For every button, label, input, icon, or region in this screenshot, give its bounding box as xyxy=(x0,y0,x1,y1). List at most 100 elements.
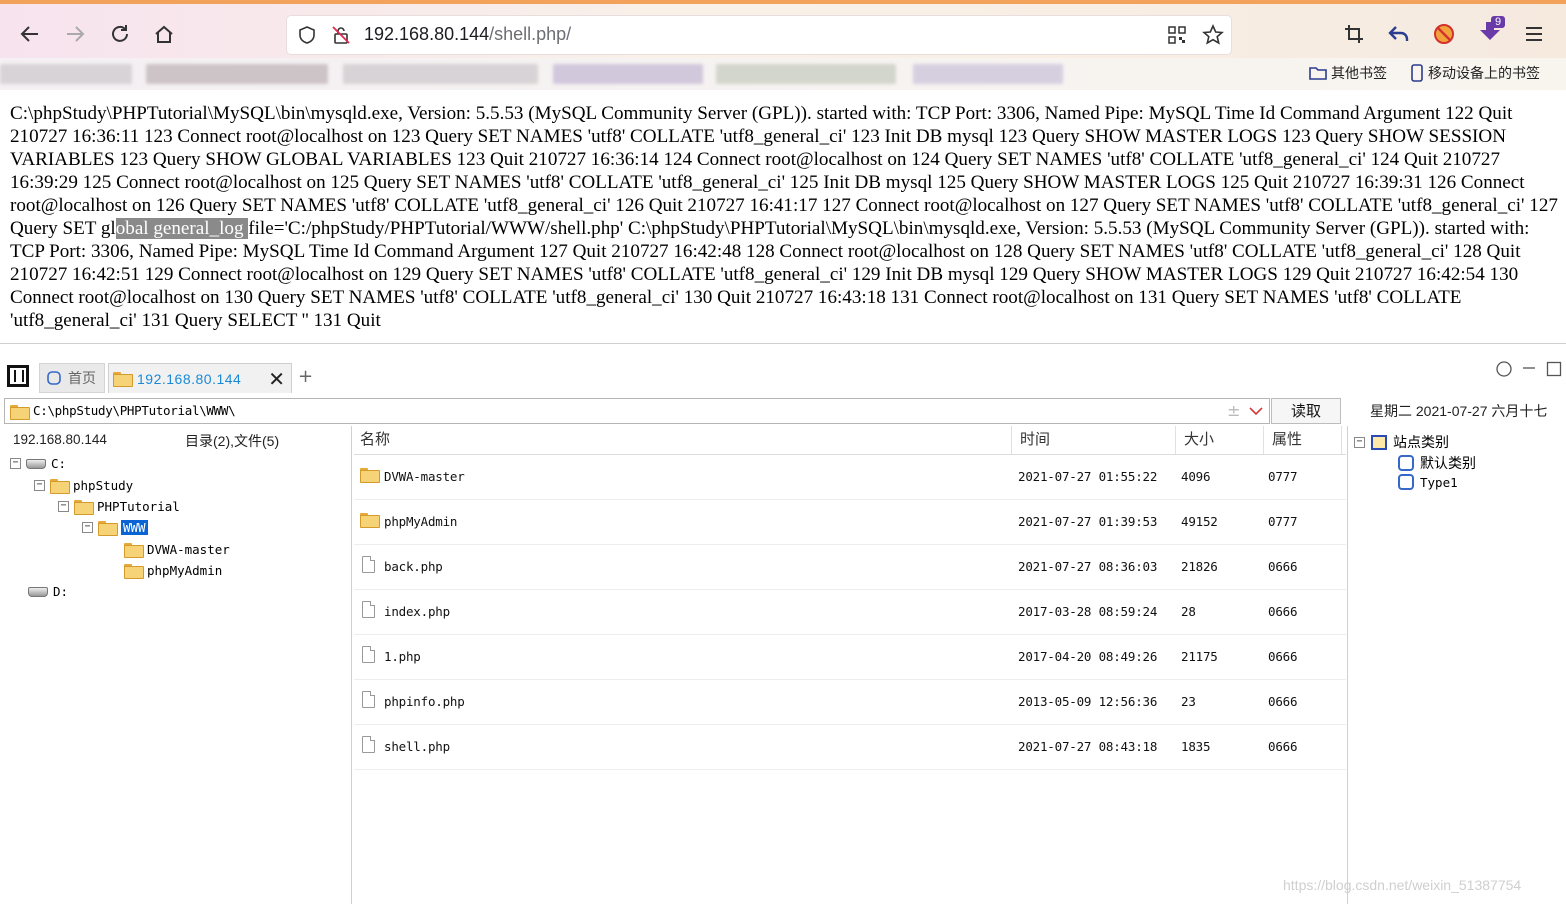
insecure-lock-icon[interactable] xyxy=(331,25,351,45)
folder-icon xyxy=(124,564,144,579)
screenshot-crop-icon[interactable] xyxy=(1344,24,1364,44)
blurred-bookmark[interactable] xyxy=(146,64,328,84)
file-size: 49152 xyxy=(1181,514,1218,529)
log-text-selected: obal general_log xyxy=(115,218,249,239)
reload-button[interactable] xyxy=(106,20,134,48)
tree-node-label: phpStudy xyxy=(73,478,134,493)
extension-download-icon[interactable]: 9 xyxy=(1478,16,1506,46)
category-icon xyxy=(1398,455,1414,471)
close-icon[interactable]: ✕ xyxy=(268,367,285,392)
file-row[interactable]: phpMyAdmin 2021-07-27 01:39:53 49152 077… xyxy=(354,500,1346,545)
file-list-pane: 名称 时间 大小 属性 DVWA-master 2021-07-27 01:55… xyxy=(354,426,1346,904)
folder-icon xyxy=(124,543,144,558)
home-icon xyxy=(155,25,173,43)
file-attr: 0666 xyxy=(1268,694,1298,709)
add-tab-icon[interactable]: + xyxy=(298,366,313,387)
file-icon xyxy=(362,736,375,753)
tree-node-label: phpMyAdmin xyxy=(147,563,223,578)
tree-expander[interactable]: − xyxy=(1354,436,1365,448)
folder-icon xyxy=(113,372,133,387)
file-row[interactable]: shell.php 2021-07-27 08:43:18 1835 0666 xyxy=(354,725,1346,770)
file-name: index.php xyxy=(384,604,450,619)
reload-icon xyxy=(112,25,128,42)
menu-icon[interactable] xyxy=(1524,25,1544,43)
chevron-down-icon[interactable] xyxy=(1249,407,1263,417)
url-bar[interactable]: 192.168.80.144/shell.php/ xyxy=(287,16,1231,54)
tab-home-label: 首页 xyxy=(68,370,96,386)
window-maximize-icon[interactable] xyxy=(1546,361,1562,381)
file-attr: 0666 xyxy=(1268,604,1298,619)
blurred-bookmark[interactable] xyxy=(0,64,132,84)
file-time: 2021-07-27 08:43:18 xyxy=(1018,739,1158,754)
tree-node-d-drive[interactable]: D: xyxy=(28,584,68,599)
file-manager-window: 首页 192.168.80.144 ✕ + C:\phpStudy\PHPTut… xyxy=(0,343,1566,904)
forward-button[interactable] xyxy=(61,20,89,48)
bookmark-folder-label: 移动设备上的书签 xyxy=(1428,65,1540,81)
app-logo-icon xyxy=(7,365,29,387)
window-restore-icon[interactable] xyxy=(1496,361,1512,381)
file-size: 1835 xyxy=(1181,739,1211,754)
category-item[interactable]: 默认类别 xyxy=(1398,453,1476,473)
window-minimize-icon[interactable] xyxy=(1522,360,1536,379)
column-header-attr[interactable]: 属性 xyxy=(1266,426,1342,454)
file-icon xyxy=(362,601,375,618)
category-item[interactable]: Type1 xyxy=(1398,474,1458,490)
tree-node-dvwa[interactable]: DVWA-master xyxy=(124,542,230,558)
extension-badge: 9 xyxy=(1491,16,1506,28)
bookmark-folder-other[interactable]: 其他书签 xyxy=(1309,63,1387,83)
column-header-time[interactable]: 时间 xyxy=(1014,426,1176,454)
tree-node-phpmyadmin[interactable]: phpMyAdmin xyxy=(124,563,223,579)
tree-expander[interactable]: − xyxy=(82,522,93,533)
category-folder-icon xyxy=(1371,434,1387,450)
file-size: 21826 xyxy=(1181,559,1218,574)
watermark: https://blog.csdn.net/weixin_51387754 xyxy=(1283,877,1522,893)
file-row[interactable]: phpinfo.php 2013-05-09 12:56:36 23 0666 xyxy=(354,680,1346,725)
undo-arrow-icon[interactable] xyxy=(1388,24,1410,44)
tree-node-phptutorial[interactable]: − PHPTutorial xyxy=(58,499,180,515)
tree-expander[interactable]: − xyxy=(34,480,45,491)
home-button[interactable] xyxy=(150,20,178,48)
tab-host[interactable]: 192.168.80.144 ✕ xyxy=(108,363,292,393)
shield-icon[interactable] xyxy=(297,25,317,45)
bookmark-star-icon[interactable] xyxy=(1202,24,1224,46)
tree-header: 192.168.80.144 目录(2),文件(5) xyxy=(0,426,352,452)
file-row[interactable]: index.php 2017-03-28 08:59:24 28 0666 xyxy=(354,590,1346,635)
tree-node-www[interactable]: − WWW xyxy=(82,520,148,536)
path-add-icon[interactable]: ± xyxy=(1227,401,1240,420)
file-row[interactable]: DVWA-master 2021-07-27 01:55:22 4096 077… xyxy=(354,455,1346,500)
tree-node-c-drive[interactable]: − C: xyxy=(10,456,66,471)
tree-node-label: C: xyxy=(51,456,67,471)
tree-node-phpstudy[interactable]: − phpStudy xyxy=(34,478,134,494)
column-header-size[interactable]: 大小 xyxy=(1178,426,1264,454)
file-icon xyxy=(362,646,375,663)
file-time: 2021-07-27 08:36:03 xyxy=(1018,559,1158,574)
drive-icon xyxy=(28,586,48,597)
qr-code-icon[interactable] xyxy=(1167,25,1187,45)
blurred-bookmark[interactable] xyxy=(716,64,896,84)
bookmarks-bar: 其他书签 移动设备上的书签 xyxy=(0,58,1566,90)
blocked-extension-icon[interactable] xyxy=(1433,23,1455,45)
file-row[interactable]: 1.php 2017-04-20 08:49:26 21175 0666 xyxy=(354,635,1346,680)
file-time: 2017-03-28 08:59:24 xyxy=(1018,604,1158,619)
blurred-bookmark[interactable] xyxy=(553,64,703,84)
tree-expander[interactable]: − xyxy=(10,458,21,469)
tab-home[interactable]: 首页 xyxy=(39,363,105,393)
tree-node-label: DVWA-master xyxy=(147,542,230,557)
category-root[interactable]: − 站点类别 xyxy=(1354,432,1449,452)
back-button[interactable] xyxy=(16,20,44,48)
blurred-bookmark[interactable] xyxy=(913,64,1063,84)
path-input[interactable]: C:\phpStudy\PHPTutorial\WWW\ ± xyxy=(4,398,1270,424)
file-attr: 0777 xyxy=(1268,514,1298,529)
tree-expander[interactable]: − xyxy=(58,501,69,512)
tree-summary: 目录(2),文件(5) xyxy=(185,433,280,449)
column-header-name[interactable]: 名称 xyxy=(354,426,1012,454)
blurred-bookmark[interactable] xyxy=(343,64,538,84)
bookmark-folder-mobile[interactable]: 移动设备上的书签 xyxy=(1410,63,1540,83)
file-attr: 0666 xyxy=(1268,739,1298,754)
file-time: 2021-07-27 01:39:53 xyxy=(1018,514,1158,529)
folder-icon xyxy=(360,513,380,528)
read-button[interactable]: 读取 xyxy=(1271,398,1341,424)
file-row[interactable]: back.php 2021-07-27 08:36:03 21826 0666 xyxy=(354,545,1346,590)
file-size: 28 xyxy=(1181,604,1196,619)
url-text[interactable]: 192.168.80.144/shell.php/ xyxy=(364,24,571,45)
